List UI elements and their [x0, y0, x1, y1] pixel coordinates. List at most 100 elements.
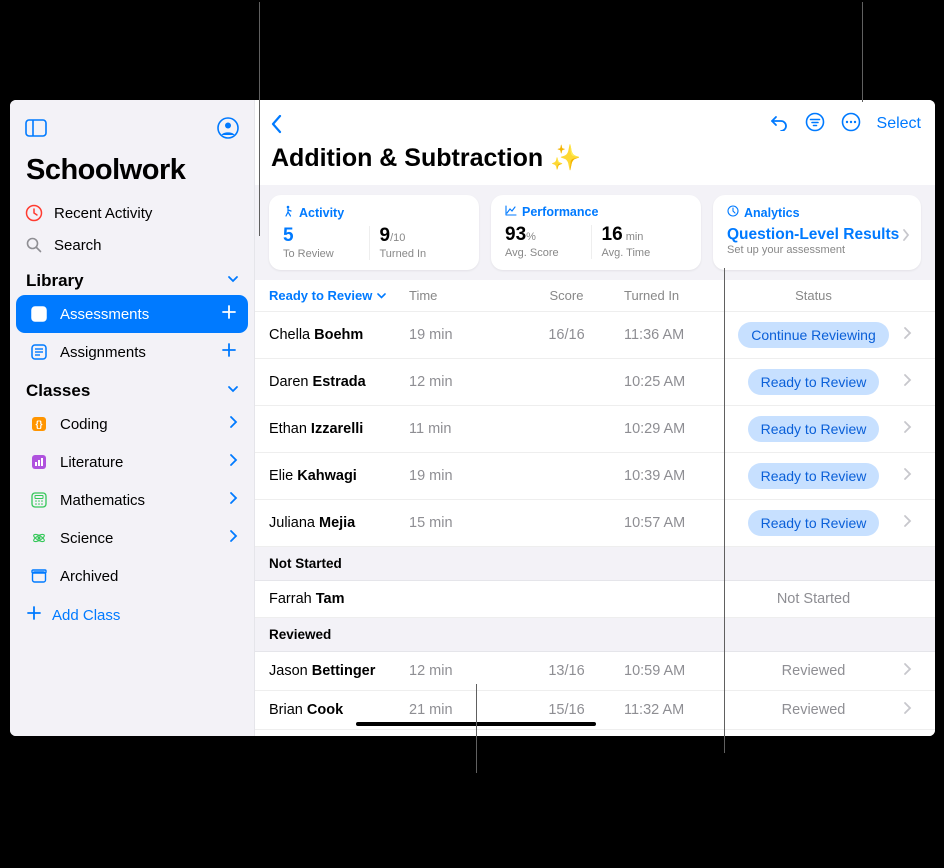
analytics-subtitle: Set up your assessment: [727, 244, 907, 256]
callout-line: [476, 684, 477, 773]
account-icon[interactable]: [214, 114, 242, 142]
chevron-right-icon: [893, 701, 921, 719]
add-class-label: Add Class: [52, 607, 120, 624]
assessments-icon: %: [28, 303, 50, 325]
undo-icon[interactable]: [769, 113, 789, 136]
time-cell: 15 min: [409, 515, 509, 531]
avg-time-unit: min: [623, 231, 644, 243]
add-class-button[interactable]: Add Class: [10, 595, 254, 635]
time-cell: 12 min: [409, 663, 509, 679]
student-name: Juliana Mejia: [269, 515, 409, 531]
sidebar-item-class[interactable]: Science: [16, 519, 248, 557]
turned-in-cell: 10:39 AM: [624, 468, 734, 484]
status-cell: Ready to Review: [734, 369, 893, 395]
back-button[interactable]: [263, 110, 291, 138]
turned-in-cell: 10:57 AM: [624, 515, 734, 531]
sidebar: Schoolwork Recent Activity Search Librar…: [10, 100, 255, 736]
status-pill[interactable]: Ready to Review: [748, 416, 880, 442]
table-row[interactable]: Chella Boehm 19 min 16/16 11:36 AM Conti…: [255, 312, 935, 359]
time-cell: 12 min: [409, 374, 509, 390]
sidebar-search[interactable]: Search: [10, 229, 254, 261]
turned-in-label: Turned In: [380, 248, 466, 260]
status-text: Not Started: [777, 591, 850, 607]
column-status[interactable]: Status: [734, 288, 893, 303]
analytics-title: Question-Level Results: [727, 226, 907, 244]
add-assessment-icon[interactable]: [220, 303, 238, 325]
sidebar-toggle-icon[interactable]: [22, 114, 50, 142]
column-score[interactable]: Score: [509, 288, 624, 303]
table-header: Ready to Review Time Score Turned In Sta…: [255, 280, 935, 312]
table-row[interactable]: Juliana Mejia 15 min 10:57 AM Ready to R…: [255, 500, 935, 547]
to-review-label: To Review: [283, 248, 369, 260]
page-title: Addition & Subtraction ✨: [255, 142, 935, 185]
status-cell: Reviewed: [734, 663, 893, 679]
card-header-label: Performance: [522, 205, 598, 219]
avg-score-unit: %: [526, 231, 536, 243]
sidebar-item-class[interactable]: {}Coding: [16, 405, 248, 443]
class-icon: {}: [28, 413, 50, 435]
table-row[interactable]: Elie Kahwagi 19 min 10:39 AM Ready to Re…: [255, 453, 935, 500]
chevron-right-icon: [893, 326, 921, 344]
student-name: Brian Cook: [269, 702, 409, 718]
avg-time-value: 16: [602, 224, 623, 245]
turned-in-total: /10: [390, 232, 405, 244]
sidebar-item-assessments[interactable]: % Assessments: [16, 295, 248, 333]
chevron-right-icon: [901, 227, 911, 248]
sidebar-item-assignments[interactable]: Assignments: [16, 333, 248, 371]
chevron-right-icon: [229, 529, 238, 547]
activity-card[interactable]: Activity 5 To Review 9/10 Turned In: [269, 195, 479, 270]
chevron-down-icon: [226, 381, 240, 401]
table-row[interactable]: Ethan Izzarelli 11 min 10:29 AM Ready to…: [255, 406, 935, 453]
student-name: Daren Estrada: [269, 374, 409, 390]
performance-card[interactable]: Performance 93% Avg. Score 16 min Avg. T…: [491, 195, 701, 270]
class-icon: [28, 489, 50, 511]
column-ready-to-review[interactable]: Ready to Review: [269, 288, 409, 303]
student-name: Jason Bettinger: [269, 663, 409, 679]
status-pill[interactable]: Ready to Review: [748, 463, 880, 489]
chevron-right-icon: [229, 415, 238, 433]
table-row[interactable]: Daren Estrada 12 min 10:25 AM Ready to R…: [255, 359, 935, 406]
chart-line-icon: [505, 205, 517, 219]
more-icon[interactable]: [841, 112, 861, 137]
avg-score-value: 93: [505, 224, 526, 245]
callout-line: [724, 268, 725, 753]
sidebar-item-archived[interactable]: Archived: [16, 557, 248, 595]
library-header[interactable]: Library: [10, 261, 254, 295]
sidebar-item-label: Literature: [60, 454, 123, 471]
time-cell: 19 min: [409, 468, 509, 484]
chevron-right-icon: [893, 662, 921, 680]
avg-score-label: Avg. Score: [505, 247, 591, 259]
turned-in-value: 9: [380, 225, 391, 246]
summary-cards: Activity 5 To Review 9/10 Turned In: [255, 195, 935, 280]
filter-icon[interactable]: [805, 112, 825, 137]
status-cell: Not Started: [734, 591, 893, 607]
student-name: Chella Boehm: [269, 327, 409, 343]
select-button[interactable]: Select: [877, 115, 921, 133]
score-cell: 13/16: [509, 663, 624, 679]
sidebar-item-label: Archived: [60, 568, 118, 585]
chevron-right-icon: [893, 467, 921, 485]
analytics-icon: [727, 205, 739, 220]
svg-text:{}: {}: [35, 419, 43, 429]
status-pill[interactable]: Ready to Review: [748, 510, 880, 536]
search-icon: [24, 236, 44, 254]
sidebar-recent-activity[interactable]: Recent Activity: [10, 197, 254, 229]
assignments-icon: [28, 341, 50, 363]
turned-in-cell: 10:59 AM: [624, 663, 734, 679]
clock-icon: [24, 204, 44, 222]
column-turned-in[interactable]: Turned In: [624, 288, 734, 303]
sidebar-item-class[interactable]: Mathematics: [16, 481, 248, 519]
status-pill[interactable]: Ready to Review: [748, 369, 880, 395]
sidebar-item-label: Assessments: [60, 306, 149, 323]
table-row[interactable]: Jason Bettinger 12 min 13/16 10:59 AM Re…: [255, 652, 935, 691]
column-time[interactable]: Time: [409, 288, 509, 303]
status-pill[interactable]: Continue Reviewing: [738, 322, 889, 348]
analytics-card[interactable]: Analytics Question-Level Results Set up …: [713, 195, 921, 270]
add-assignment-icon[interactable]: [220, 341, 238, 363]
classes-header[interactable]: Classes: [10, 371, 254, 405]
svg-text:%: %: [35, 310, 43, 320]
title-text: Addition & Subtraction: [271, 144, 543, 172]
chevron-down-icon: [226, 271, 240, 291]
sidebar-item-class[interactable]: Literature: [16, 443, 248, 481]
table-row[interactable]: Farrah Tam Not Started: [255, 581, 935, 618]
